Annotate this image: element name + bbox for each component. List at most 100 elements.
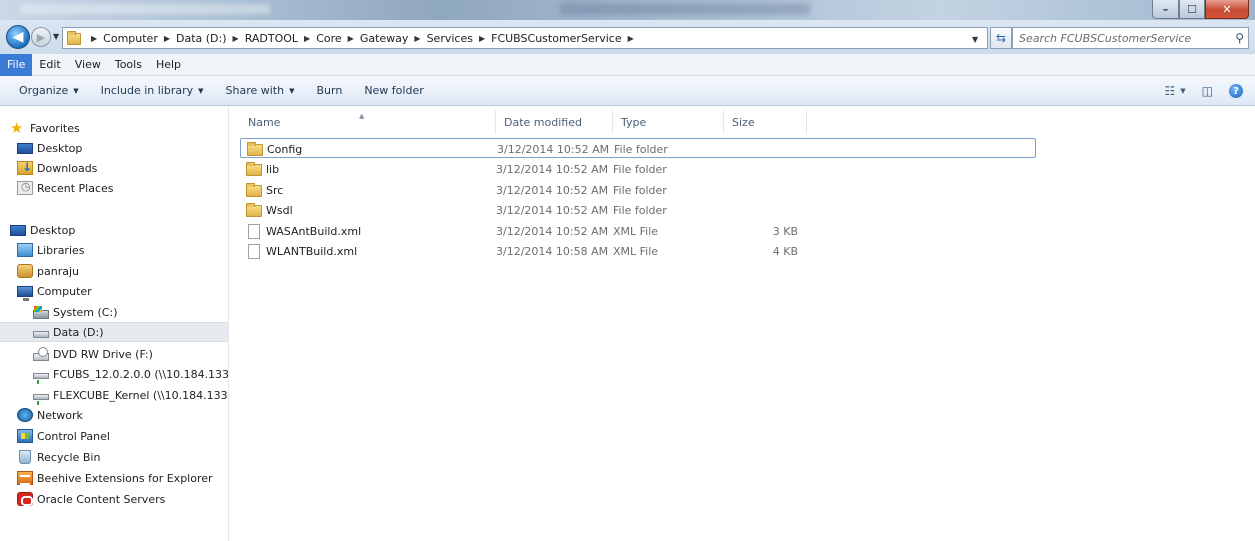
nav-item-fcubs-share[interactable]: FCUBS_12.0.2.0.0 (\\10.184.133. <box>0 364 228 384</box>
nav-item-control-panel[interactable]: Control Panel <box>0 426 228 446</box>
breadcrumb-separator-icon[interactable]: ▶ <box>479 34 485 43</box>
chevron-down-icon: ▼ <box>73 86 79 95</box>
back-button[interactable]: ◀ <box>6 25 30 49</box>
desktop-icon <box>10 225 26 236</box>
menu-help[interactable]: Help <box>149 54 188 76</box>
file-size <box>724 200 798 220</box>
nav-item-label: Data (D:) <box>53 325 104 339</box>
search-input[interactable] <box>1019 31 1219 45</box>
menu-edit[interactable]: Edit <box>32 54 67 76</box>
nav-item-downloads[interactable]: Downloads <box>0 158 228 178</box>
preview-pane-icon: ◫ <box>1201 84 1213 98</box>
file-type: XML File <box>613 244 659 258</box>
folder-icon <box>246 182 262 197</box>
chevron-down-icon: ▼ <box>198 86 204 95</box>
recent-pages-dropdown[interactable]: ▼ <box>53 32 59 41</box>
nav-item-label: Downloads <box>37 161 98 175</box>
breadcrumb-fcubscustomerservice[interactable]: FCUBSCustomerService <box>491 32 621 45</box>
nav-item-label: Beehive Extensions for Explorer <box>37 471 213 485</box>
chevron-down-icon: ▼ <box>1180 87 1186 95</box>
nav-item-desktop[interactable]: Desktop <box>0 138 228 158</box>
share-with-label: Share with <box>225 84 285 97</box>
nav-item-desktop-root[interactable]: Desktop <box>0 220 228 240</box>
change-view-button[interactable]: ☷ ▼ <box>1165 84 1186 98</box>
nav-item-data-d[interactable]: Data (D:) <box>0 322 228 342</box>
share-with-button[interactable]: Share with ▼ <box>215 84 306 97</box>
breadcrumb-radtool[interactable]: RADTOOL <box>245 32 298 45</box>
new-folder-button[interactable]: New folder <box>353 84 434 97</box>
help-icon[interactable]: ? <box>1229 84 1243 98</box>
breadcrumb-separator-icon[interactable]: ▶ <box>164 34 170 43</box>
nav-item-label: panraju <box>37 264 79 278</box>
organize-button[interactable]: Organize ▼ <box>8 84 90 97</box>
column-header-type[interactable]: Type <box>613 110 724 134</box>
breadcrumb-data-drive[interactable]: Data (D:) <box>176 32 227 45</box>
preview-pane-button[interactable]: ◫ <box>1202 84 1213 98</box>
nav-item-network[interactable]: Network <box>0 405 228 425</box>
nav-item-label: Network <box>37 408 83 422</box>
burn-button[interactable]: Burn <box>305 84 353 97</box>
breadcrumb-separator-icon[interactable]: ▶ <box>304 34 310 43</box>
breadcrumb-gateway[interactable]: Gateway <box>360 32 409 45</box>
nav-item-panraju[interactable]: panraju <box>0 261 228 281</box>
nav-item-recent-places[interactable]: Recent Places <box>0 178 228 198</box>
table-row[interactable]: WLANTBuild.xml 3/12/2014 10:58 AM XML Fi… <box>240 241 1036 261</box>
include-in-library-button[interactable]: Include in library ▼ <box>90 84 215 97</box>
forward-button[interactable]: ▶ <box>31 27 51 47</box>
breadcrumb-separator-icon[interactable]: ▶ <box>348 34 354 43</box>
address-bar[interactable]: ▶ Computer ▶ Data (D:) ▶ RADTOOL ▶ Core … <box>62 27 988 49</box>
breadcrumb-services[interactable]: Services <box>427 32 473 45</box>
table-row[interactable]: lib 3/12/2014 10:52 AM File folder <box>240 159 1036 179</box>
address-row: ◀ ▶ ▼ ▶ Computer ▶ Data (D:) ▶ RADTOOL ▶… <box>0 20 1255 54</box>
nav-item-recycle-bin[interactable]: Recycle Bin <box>0 447 228 467</box>
folder-icon <box>246 202 262 217</box>
breadcrumb-separator-icon[interactable]: ▶ <box>414 34 420 43</box>
minimize-button[interactable]: – <box>1152 0 1179 19</box>
refresh-button[interactable]: ⇆ <box>990 27 1012 49</box>
table-row[interactable]: Config 3/12/2014 10:52 AM File folder <box>240 138 1036 158</box>
maximize-button[interactable]: ☐ <box>1179 0 1205 19</box>
search-icon[interactable]: ⚲ <box>1235 31 1244 45</box>
title-blur <box>20 4 270 14</box>
title-bar: – ☐ ✕ <box>0 0 1255 20</box>
breadcrumb-computer[interactable]: Computer <box>103 32 158 45</box>
nav-item-libraries[interactable]: Libraries <box>0 240 228 260</box>
sort-ascending-icon: ▲ <box>359 112 365 120</box>
nav-item-label: Desktop <box>30 223 76 237</box>
column-header-label: Type <box>621 115 647 129</box>
menu-file[interactable]: File <box>0 53 33 76</box>
file-name: Wsdl <box>266 203 293 217</box>
file-name-cell: WASAntBuild.xml <box>246 221 361 241</box>
nav-item-dvd-f[interactable]: DVD RW Drive (F:) <box>0 344 228 364</box>
column-header-name[interactable]: Name ▲ <box>240 110 496 134</box>
table-row[interactable]: Wsdl 3/12/2014 10:52 AM File folder <box>240 200 1036 220</box>
address-dropdown-icon[interactable]: ▼ <box>972 35 978 44</box>
breadcrumb-separator-icon[interactable]: ▶ <box>233 34 239 43</box>
nav-item-computer[interactable]: Computer <box>0 281 228 301</box>
nav-item-favorites[interactable]: ★ Favorites <box>0 118 228 138</box>
nav-item-beehive[interactable]: Beehive Extensions for Explorer <box>0 468 228 488</box>
breadcrumb-core[interactable]: Core <box>316 32 341 45</box>
file-date: 3/12/2014 10:58 AM <box>496 244 609 258</box>
menu-view[interactable]: View <box>68 54 108 76</box>
column-header-date-modified[interactable]: Date modified <box>496 110 613 134</box>
column-header-size[interactable]: Size <box>724 110 807 134</box>
nav-item-label: FCUBS_12.0.2.0.0 (\\10.184.133. <box>53 367 228 381</box>
nav-item-system-c[interactable]: System (C:) <box>0 302 228 322</box>
nav-item-flexcube-share[interactable]: FLEXCUBE_Kernel (\\10.184.133. <box>0 385 228 405</box>
file-date: 3/12/2014 10:52 AM <box>497 142 610 156</box>
organize-label: Organize <box>19 84 69 97</box>
table-row[interactable]: Src 3/12/2014 10:52 AM File folder <box>240 180 1036 200</box>
menu-tools[interactable]: Tools <box>108 54 149 76</box>
file-name-cell: Wsdl <box>246 200 293 220</box>
table-row[interactable]: WASAntBuild.xml 3/12/2014 10:52 AM XML F… <box>240 221 1036 241</box>
breadcrumb-separator-icon[interactable]: ▶ <box>628 34 634 43</box>
oracle-icon <box>17 492 33 506</box>
nav-item-label: Computer <box>37 284 92 298</box>
file-list-pane: Name ▲ Date modified Type Size Config 3/… <box>230 106 1255 541</box>
libraries-icon <box>17 243 33 257</box>
close-button[interactable]: ✕ <box>1205 0 1249 19</box>
breadcrumb-separator-icon[interactable]: ▶ <box>91 34 97 43</box>
xml-file-icon <box>248 223 260 239</box>
nav-item-oracle-content[interactable]: Oracle Content Servers <box>0 489 228 509</box>
